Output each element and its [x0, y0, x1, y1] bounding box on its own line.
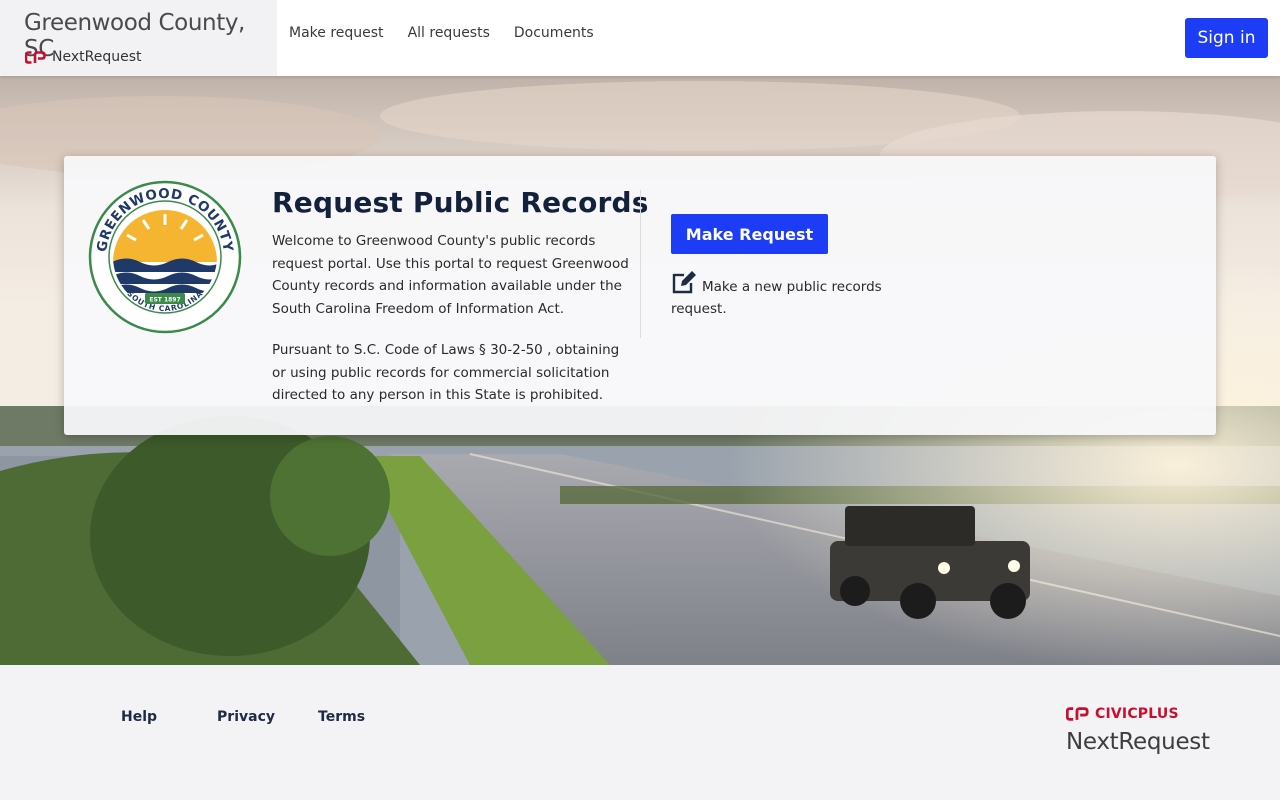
cp-logo-icon	[25, 50, 46, 64]
site-footer: Help Privacy Terms CIVICPLUS NextRequest	[0, 665, 1280, 800]
site-header: Greenwood County, SC NextRequest Make re…	[0, 0, 1280, 76]
sign-in-button[interactable]: Sign in	[1185, 18, 1268, 58]
nav-make-request[interactable]: Make request	[289, 25, 384, 41]
civicplus-label: CIVICPLUS	[1095, 706, 1179, 722]
page-title: Request Public Records	[272, 186, 649, 219]
brand-nextrequest: NextRequest	[25, 49, 141, 65]
seal-est-text: EST 1897	[149, 297, 180, 304]
cp-logo-icon	[1066, 707, 1089, 721]
footer-link-privacy[interactable]: Privacy	[217, 709, 275, 725]
civicplus-logo: CIVICPLUS	[1066, 706, 1179, 722]
brand-sub-label: NextRequest	[52, 49, 142, 65]
intro-text: Welcome to Greenwood County's public rec…	[272, 230, 632, 407]
intro-paragraph-welcome: Welcome to Greenwood County's public rec…	[272, 233, 629, 317]
brand-block[interactable]: Greenwood County, SC NextRequest	[0, 0, 277, 76]
footer-link-help[interactable]: Help	[121, 709, 157, 725]
intro-paragraph-law: Pursuant to S.C. Code of Laws § 30-2-50 …	[272, 342, 620, 403]
edit-icon	[672, 271, 696, 294]
nav-all-requests[interactable]: All requests	[408, 25, 490, 41]
nav-documents[interactable]: Documents	[514, 25, 594, 41]
make-request-button[interactable]: Make Request	[671, 214, 828, 254]
footer-links: Help Privacy Terms	[121, 709, 365, 725]
make-request-description: Make a new public records request.	[671, 270, 901, 320]
footer-link-terms[interactable]: Terms	[318, 709, 365, 725]
vertical-divider	[640, 190, 641, 338]
greenwood-county-seal: GREENWOOD COUNTY SOUTH CAROLINA EST 1897	[88, 180, 242, 334]
main-nav: Make request All requests Documents	[289, 25, 594, 41]
intro-card: GREENWOOD COUNTY SOUTH CAROLINA EST 1897…	[64, 156, 1216, 435]
footer-nextrequest-label: NextRequest	[1066, 729, 1210, 755]
make-request-text: Make a new public records request.	[671, 279, 882, 317]
